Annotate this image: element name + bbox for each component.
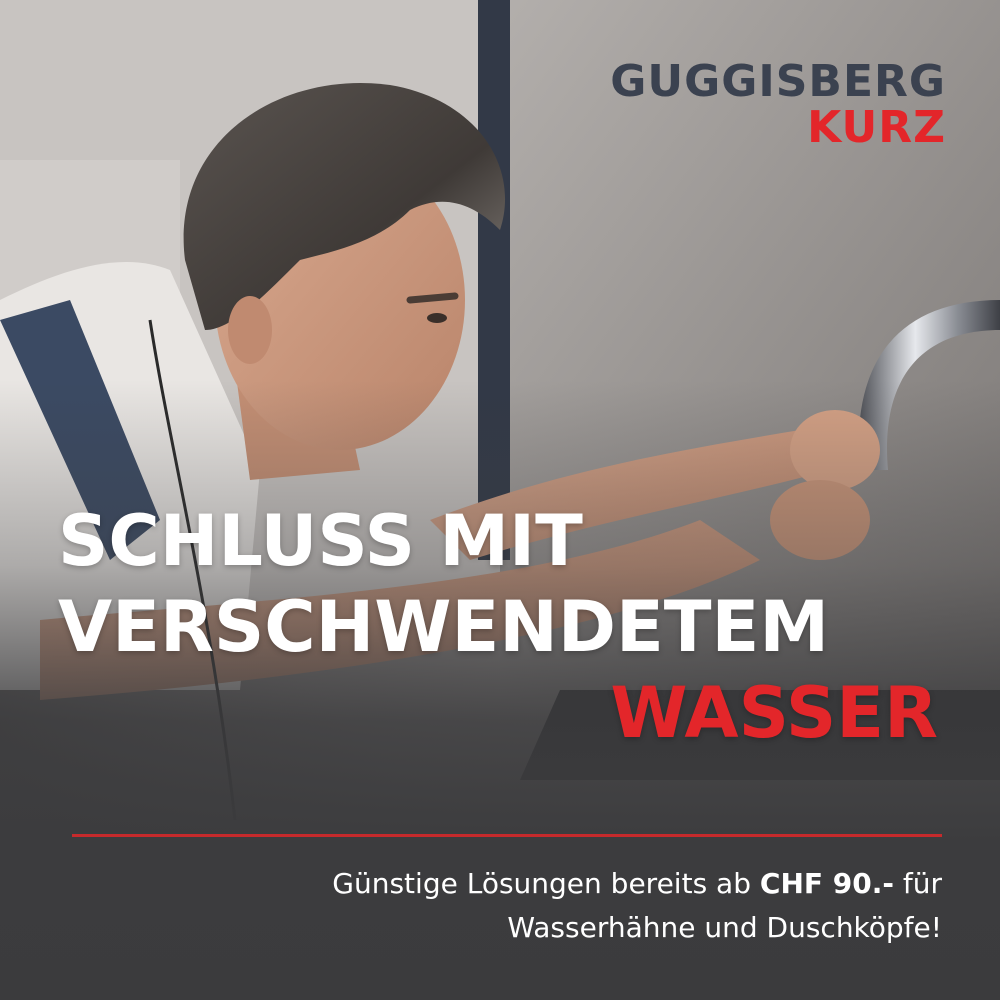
ad-canvas: GUGGISBERG KURZ SCHLUSS MIT VERSCHWENDET… — [0, 0, 1000, 1000]
offer-intro: Günstige Lösungen bereits ab — [332, 867, 760, 900]
offer-text: Günstige Lösungen bereits ab CHF 90.- fü… — [142, 862, 942, 950]
headline-line-2: VERSCHWENDETEM — [58, 586, 830, 668]
logo-wordmark: GUGGISBERG — [610, 56, 946, 107]
brand-logo: GUGGISBERG KURZ — [610, 60, 946, 150]
logo-submark: KURZ — [807, 102, 946, 153]
offer-for: für — [893, 867, 942, 900]
headline-line-1: SCHLUSS MIT — [58, 500, 583, 582]
offer-price: CHF 90.- — [759, 867, 894, 900]
offer-line-2: Wasserhähne und Duschköpfe! — [507, 911, 942, 944]
headline: SCHLUSS MIT VERSCHWENDETEM WASSER — [58, 498, 958, 756]
offer-line-1: Günstige Lösungen bereits ab CHF 90.- fü… — [142, 862, 942, 906]
divider-line — [72, 834, 942, 837]
headline-accent-word: WASSER — [610, 672, 938, 754]
